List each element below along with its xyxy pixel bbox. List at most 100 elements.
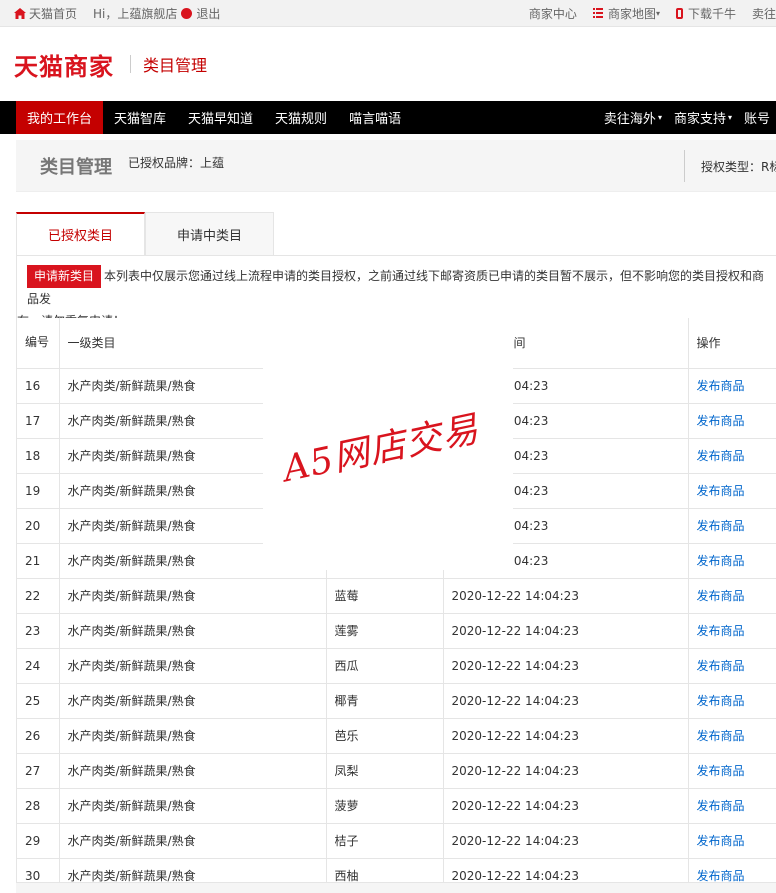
row-time: 2020-12-22 14:04:23 <box>443 823 689 859</box>
col-id: 编号 <box>17 318 60 369</box>
apply-category-button[interactable]: 申请新类目 <box>27 265 102 288</box>
table-row: 28 水产肉类/新鲜蔬果/熟食 菠萝 2020-12-22 14:04:23 发布商品 <box>17 788 776 824</box>
row-id: 20 <box>17 508 60 544</box>
table-row: 24 水产肉类/新鲜蔬果/熟食 西瓜 2020-12-22 14:04:23 发布商品 <box>17 648 776 684</box>
publish-product-link[interactable]: 发布商品 <box>688 368 776 404</box>
row-category2: 菠萝 <box>326 788 444 824</box>
row-category2: 芭乐 <box>326 718 444 754</box>
nav-item-account[interactable]: 账号 <box>738 101 776 134</box>
row-id: 18 <box>17 438 60 474</box>
watermark-text: A5网店交易 <box>279 408 483 491</box>
publish-product-link[interactable]: 发布商品 <box>688 613 776 649</box>
row-time: 2020-12-22 14:04:23 <box>443 718 689 754</box>
publish-product-link[interactable]: 发布商品 <box>688 718 776 754</box>
table-row: 25 水产肉类/新鲜蔬果/熟食 椰青 2020-12-22 14:04:23 发布商品 <box>17 683 776 719</box>
nav-item-forum[interactable]: 喵言喵语 <box>338 101 412 134</box>
message-icon[interactable] <box>181 7 193 19</box>
col-action: 操作 <box>688 318 776 369</box>
row-id: 27 <box>17 753 60 789</box>
row-category2: 凤梨 <box>326 753 444 789</box>
row-time: 2020-12-22 14:04:23 <box>443 788 689 824</box>
row-category1: 水产肉类/新鲜蔬果/熟食 <box>59 753 327 789</box>
row-category2: 莲雾 <box>326 613 444 649</box>
row-category1: 水产肉类/新鲜蔬果/熟食 <box>59 613 327 649</box>
horizontal-scrollbar[interactable] <box>16 882 776 893</box>
nav-item-rules[interactable]: 天猫规则 <box>264 101 338 134</box>
row-id: 19 <box>17 473 60 509</box>
page-title: 类目管理 <box>40 156 112 178</box>
table-row: 26 水产肉类/新鲜蔬果/熟食 芭乐 2020-12-22 14:04:23 发布商品 <box>17 718 776 754</box>
chevron-down-icon: ▾ <box>657 113 662 122</box>
row-time: 2020-12-22 14:04:23 <box>443 613 689 649</box>
publish-product-link[interactable]: 发布商品 <box>688 508 776 544</box>
row-time: 2020-12-22 14:04:23 <box>443 648 689 684</box>
publish-product-link[interactable]: 发布商品 <box>688 648 776 684</box>
row-category1: 水产肉类/新鲜蔬果/熟食 <box>59 718 327 754</box>
nav-item-workbench[interactable]: 我的工作台 <box>16 101 104 134</box>
table-row: 22 水产肉类/新鲜蔬果/熟食 蓝莓 2020-12-22 14:04:23 发布商品 <box>17 578 776 614</box>
row-id: 17 <box>17 403 60 439</box>
publish-product-link[interactable]: 发布商品 <box>688 578 776 614</box>
main-nav: 我的工作台 天猫智库 天猫早知道 天猫规则 喵言喵语 卖往海外 ▾ 商家支持 ▾ 账… <box>0 101 776 134</box>
publish-product-link[interactable]: 发布商品 <box>688 403 776 439</box>
notice-text: 本列表中仅展示您通过线上流程申请的类目授权，之前通过线下邮寄资质已申请的类目暂不… <box>27 269 765 306</box>
top-bar: 天猫首页 Hi，上蕴旗舰店 退出 商家中心 商家地图 ▾ 下载千牛 卖往 <box>0 0 776 27</box>
row-id: 23 <box>17 613 60 649</box>
row-category2: 西瓜 <box>326 648 444 684</box>
row-category2: 桔子 <box>326 823 444 859</box>
row-category1: 水产肉类/新鲜蔬果/熟食 <box>59 823 327 859</box>
row-category2: 蓝莓 <box>326 578 444 614</box>
row-category1: 水产肉类/新鲜蔬果/熟食 <box>59 648 327 684</box>
row-id: 28 <box>17 788 60 824</box>
list-icon <box>592 8 603 18</box>
merchant-center-link[interactable]: 商家中心 <box>529 5 577 22</box>
row-category1: 水产肉类/新鲜蔬果/熟食 <box>59 683 327 719</box>
table-row: 29 水产肉类/新鲜蔬果/熟食 桔子 2020-12-22 14:04:23 发布商品 <box>17 823 776 859</box>
home-icon <box>14 7 26 19</box>
page-header: 类目管理 已授权品牌：上蕴 授权类型：R标 <box>16 140 776 192</box>
row-category2: 椰青 <box>326 683 444 719</box>
nav-item-early-know[interactable]: 天猫早知道 <box>177 101 264 134</box>
row-id: 22 <box>17 578 60 614</box>
row-time: 2020-12-22 14:04:23 <box>443 578 689 614</box>
merchant-map-menu[interactable]: 商家地图 ▾ <box>592 5 660 22</box>
row-id: 26 <box>17 718 60 754</box>
home-link[interactable]: 天猫首页 <box>14 5 77 22</box>
row-time: 2020-12-22 14:04:23 <box>443 683 689 719</box>
row-id: 24 <box>17 648 60 684</box>
table-row: 27 水产肉类/新鲜蔬果/熟食 凤梨 2020-12-22 14:04:23 发布商品 <box>17 753 776 789</box>
row-id: 21 <box>17 543 60 579</box>
tmall-merchant-logo[interactable]: 天猫商家 <box>14 47 114 82</box>
publish-product-link[interactable]: 发布商品 <box>688 473 776 509</box>
publish-product-link[interactable]: 发布商品 <box>688 438 776 474</box>
chevron-down-icon: ▾ <box>655 8 660 18</box>
publish-product-link[interactable]: 发布商品 <box>688 788 776 824</box>
header: 天猫商家 类目管理 <box>0 27 776 101</box>
row-id: 16 <box>17 368 60 404</box>
header-title: 类目管理 <box>143 56 208 75</box>
publish-product-link[interactable]: 发布商品 <box>688 753 776 789</box>
chevron-down-icon: ▾ <box>727 113 732 122</box>
watermark: A5网店交易 <box>263 310 513 570</box>
row-time: 2020-12-22 14:04:23 <box>443 753 689 789</box>
row-category1: 水产肉类/新鲜蔬果/熟食 <box>59 578 327 614</box>
nav-item-think-tank[interactable]: 天猫智库 <box>103 101 177 134</box>
row-id: 25 <box>17 683 60 719</box>
authorized-brand: 已授权品牌：上蕴 <box>128 156 225 170</box>
download-link[interactable]: 下载千牛 <box>675 5 736 22</box>
row-id: 29 <box>17 823 60 859</box>
table-row: 23 水产肉类/新鲜蔬果/熟食 莲雾 2020-12-22 14:04:23 发布商品 <box>17 613 776 649</box>
publish-product-link[interactable]: 发布商品 <box>688 823 776 859</box>
publish-product-link[interactable]: 发布商品 <box>688 543 776 579</box>
logout-link[interactable]: 退出 <box>196 5 220 22</box>
publish-product-link[interactable]: 发布商品 <box>688 683 776 719</box>
auth-type: 授权类型：R标 <box>701 160 776 174</box>
tab-pending[interactable]: 申请中类目 <box>145 212 274 255</box>
phone-icon <box>675 7 683 19</box>
divider <box>684 150 685 182</box>
tab-authorized[interactable]: 已授权类目 <box>16 212 145 255</box>
nav-item-merchant-support[interactable]: 商家支持 ▾ <box>668 101 738 134</box>
sell-abroad-link[interactable]: 卖往 <box>752 5 776 22</box>
nav-item-sell-abroad[interactable]: 卖往海外 ▾ <box>598 101 668 134</box>
logo-divider <box>130 55 131 73</box>
